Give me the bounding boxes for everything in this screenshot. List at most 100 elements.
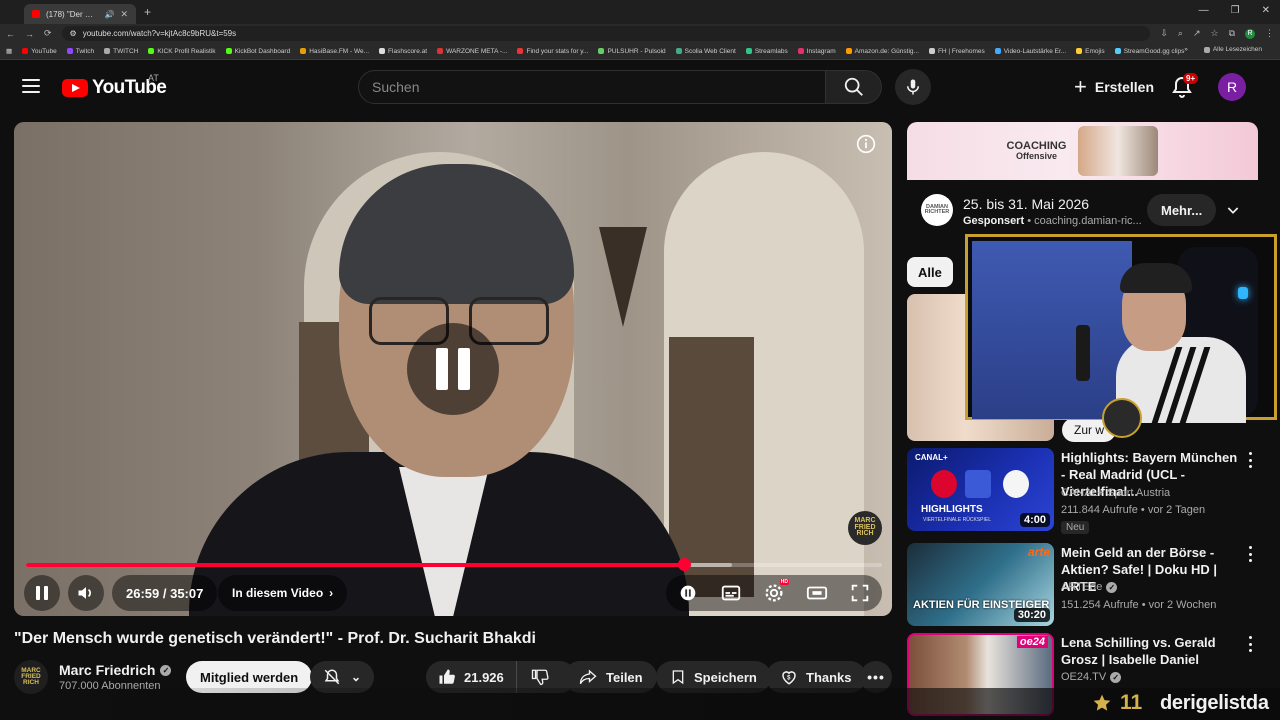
share-label: Teilen	[606, 669, 643, 685]
create-button[interactable]: + Erstellen	[1064, 70, 1164, 104]
bookmark-item[interactable]: StreamGood.gg clips	[1114, 48, 1184, 55]
thumbnail-brand: arte	[1027, 545, 1050, 559]
browser-menu-icon[interactable]: ⋮	[1265, 28, 1274, 39]
bookmark-item[interactable]: Scolia Web Client	[675, 48, 736, 55]
thumbnail-brand: oe24	[1016, 636, 1048, 648]
url-field[interactable]: ⚙ youtube.com/watch?v=kjtAc8c9bRU&t=59s	[61, 26, 1151, 41]
thanks-label: Thanks	[806, 669, 852, 685]
pause-button[interactable]	[24, 575, 60, 611]
browser-tab[interactable]: (178) "Der Mensch wurde g 🔊 ✕	[24, 4, 136, 24]
profile-avatar[interactable]: R	[1245, 28, 1255, 39]
recommendation-thumbnail[interactable]: arte AKTIEN FÜR EINSTEIGER 30:20	[907, 543, 1054, 626]
search-button[interactable]	[826, 70, 882, 104]
webcam-microphone	[1076, 325, 1090, 381]
thumbs-down-icon	[531, 669, 549, 686]
recommendation-menu-icon[interactable]	[1247, 546, 1253, 562]
chevron-right-icon: ›	[329, 586, 334, 600]
hamburger-menu-icon[interactable]	[22, 79, 40, 93]
recommendation-channel[interactable]: CANAL+ Sport Austria	[1061, 487, 1170, 499]
chapters-button[interactable]: In diesem Video ›	[218, 575, 348, 611]
progress-bar[interactable]	[26, 558, 882, 571]
bookmark-item[interactable]: KickBot Dashboard	[225, 48, 290, 55]
recommendation-title[interactable]: Lena Schilling vs. Gerald Grosz | Isabel…	[1061, 634, 1241, 668]
channel-name-link[interactable]: Marc Friedrich ✓	[59, 662, 172, 678]
chevron-down-icon[interactable]	[1225, 202, 1241, 218]
recommendation-channel-link[interactable]: OE24.TV ✓	[1061, 671, 1122, 683]
sponsored-ad-card[interactable]: COACHING Offensive DAMIAN RICHTER 25. bi…	[907, 122, 1258, 242]
theater-mode-icon[interactable]	[806, 582, 828, 604]
progress-scrubber[interactable]	[677, 558, 691, 571]
account-avatar[interactable]: R	[1218, 73, 1246, 101]
pause-overlay-icon[interactable]	[407, 323, 499, 415]
close-window-icon[interactable]: ✕	[1262, 5, 1270, 16]
bookmark-item[interactable]: Video-Lautstärke Er...	[994, 48, 1066, 55]
chip-all[interactable]: Alle	[907, 257, 953, 287]
subtitles-icon[interactable]	[720, 582, 742, 604]
bookmark-item[interactable]: HasiBase.FM - We...	[300, 48, 369, 55]
forward-icon[interactable]: →	[25, 29, 34, 39]
voice-search-button[interactable]	[895, 69, 931, 105]
verified-check-icon: ✓	[1110, 671, 1122, 683]
video-player[interactable]: MARC FRIED RICH 26:59 / 35:07 In diesem …	[14, 122, 892, 616]
bookmark-item[interactable]: TWITCH	[104, 48, 138, 55]
advertiser-logo[interactable]: DAMIAN RICHTER	[921, 194, 953, 226]
recommendation-channel-link[interactable]: ARTEde ✓	[1061, 581, 1118, 593]
site-info-icon[interactable]: ⚙	[70, 29, 77, 38]
ad-more-button[interactable]: Mehr...	[1147, 194, 1217, 226]
reload-icon[interactable]: ⟳	[44, 28, 52, 39]
url-text: youtube.com/watch?v=kjtAc8c9bRU&t=59s	[82, 29, 237, 38]
maximize-icon[interactable]: ❐	[1231, 5, 1240, 16]
fullscreen-icon[interactable]	[849, 582, 871, 604]
youtube-play-logo-icon	[62, 79, 88, 97]
close-tab-icon[interactable]: ✕	[120, 9, 128, 20]
bookmark-favicon-icon	[745, 48, 752, 54]
channel-watermark[interactable]: MARC FRIED RICH	[848, 511, 882, 545]
thumbnail-subline: VIERTELFINALE RÜCKSPIEL	[923, 517, 991, 523]
search-input[interactable]: Suchen	[358, 70, 826, 104]
install-icon[interactable]: ⇩	[1160, 28, 1168, 39]
recommendation-menu-icon[interactable]	[1247, 636, 1253, 652]
bookmark-item[interactable]: Streamlabs	[745, 48, 788, 55]
apps-icon[interactable]: ▦	[6, 47, 12, 55]
bookmark-item[interactable]: Emojis	[1076, 48, 1105, 55]
ad-banner-image[interactable]: COACHING Offensive	[907, 122, 1258, 180]
autoplay-toggle-icon[interactable]	[677, 582, 699, 604]
share-icon[interactable]: ↗	[1193, 28, 1201, 39]
bookmark-favicon-icon	[994, 48, 1001, 54]
zoom-icon[interactable]: ⌕	[1178, 28, 1183, 39]
bookmark-item[interactable]: WARZONE META -...	[437, 48, 507, 55]
minimize-icon[interactable]: —	[1199, 5, 1209, 16]
bookmark-item[interactable]: KICK Profil Realistik	[148, 48, 216, 55]
back-icon[interactable]: ←	[6, 29, 15, 39]
youtube-header: YouTube AT Suchen + Erstellen 9+ R	[0, 60, 1280, 116]
bookmark-item[interactable]: Instagram	[797, 48, 836, 55]
new-tab-icon[interactable]: +	[144, 5, 151, 19]
bookmarks-right: » Alle Lesezeichen	[1184, 46, 1272, 53]
bookmark-item[interactable]: Find your stats for y...	[517, 48, 588, 55]
super-thanks-icon: $	[782, 671, 796, 685]
ad-title: 25. bis 31. Mai 2026	[963, 196, 1090, 212]
bookmark-item[interactable]: PULSUHR - Pulsoid	[598, 48, 666, 55]
all-bookmarks-folder[interactable]: Alle Lesezeichen	[1203, 46, 1262, 53]
viewer-star-count: 11	[1092, 691, 1142, 715]
recommendation-menu-icon[interactable]	[1247, 452, 1253, 468]
bookmark-item[interactable]: FH | Freehomes	[928, 48, 985, 55]
mute-button[interactable]	[68, 575, 104, 611]
sponsored-label: Gesponsert	[963, 215, 1025, 227]
extensions-icon[interactable]: ⧉	[1229, 28, 1235, 39]
bookmark-star-icon[interactable]: ☆	[1210, 28, 1218, 39]
svg-text:$: $	[787, 675, 791, 681]
recommendation-meta: 151.254 Aufrufe • vor 2 Wochen	[1061, 599, 1217, 611]
settings-button[interactable]: HD	[763, 579, 789, 604]
plus-icon: +	[1074, 74, 1087, 99]
recommendation-thumbnail[interactable]: CANAL+ HIGHLIGHTS VIERTELFINALE RÜCKSPIE…	[907, 448, 1054, 531]
bookmark-item[interactable]: Twitch	[66, 48, 94, 55]
bookmark-item[interactable]: Flashscore.at	[379, 48, 427, 55]
bookmark-item[interactable]: YouTube	[22, 48, 57, 55]
settings-gear-icon	[765, 584, 783, 602]
info-icon[interactable]	[856, 134, 876, 154]
speaker-icon: 🔊	[104, 9, 115, 19]
bookmark-item[interactable]: Amazon.de: Günstig...	[845, 48, 919, 55]
bookmarks-bar: ▦ YouTube Twitch TWITCH KICK Profil Real…	[0, 43, 1280, 60]
more-bookmarks-icon[interactable]: »	[1184, 46, 1188, 53]
